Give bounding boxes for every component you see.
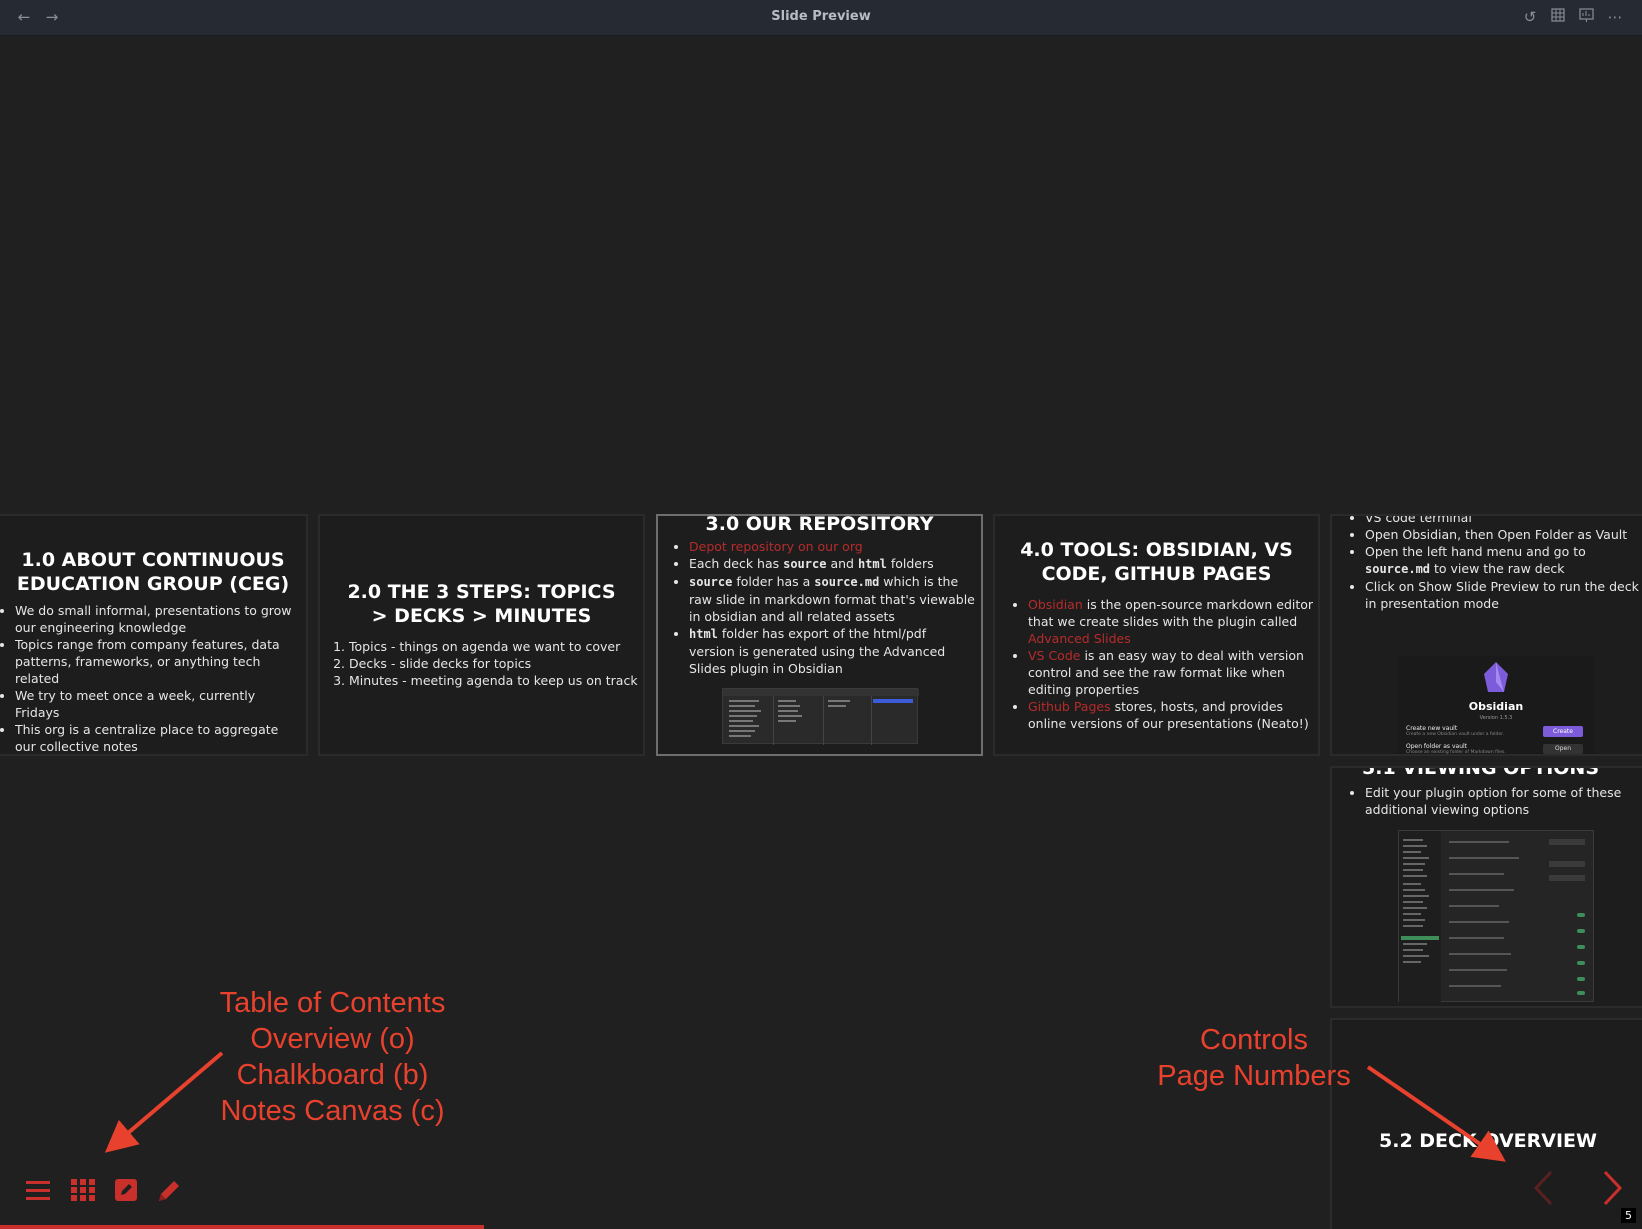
- chalkboard-icon[interactable]: [115, 1179, 137, 1205]
- slide-overview: 1.0 ABOUT CONTINUOUS EDUCATION GROUP (CE…: [0, 37, 1642, 1229]
- page-number: 5: [1621, 1208, 1636, 1223]
- presentation-icon[interactable]: [1576, 8, 1596, 27]
- menu-icon[interactable]: [26, 1179, 50, 1205]
- title-bar: ← → Slide Preview ↺ ⋯: [0, 0, 1642, 36]
- more-icon[interactable]: ⋯: [1605, 8, 1625, 26]
- grid-icon[interactable]: [71, 1179, 95, 1205]
- grid-icon[interactable]: [1548, 8, 1568, 26]
- pen-icon[interactable]: [156, 1178, 182, 1208]
- chevron-left-icon[interactable]: [1533, 1170, 1553, 1210]
- progress-bar: [0, 1225, 485, 1229]
- annotation-arrows: [104, 1051, 1506, 1162]
- refresh-icon[interactable]: ↺: [1520, 8, 1540, 26]
- arrow-left: [104, 1051, 224, 1153]
- arrow-right: [1366, 1065, 1506, 1162]
- chevron-right-icon[interactable]: [1603, 1170, 1623, 1210]
- window-title: Slide Preview: [771, 9, 871, 24]
